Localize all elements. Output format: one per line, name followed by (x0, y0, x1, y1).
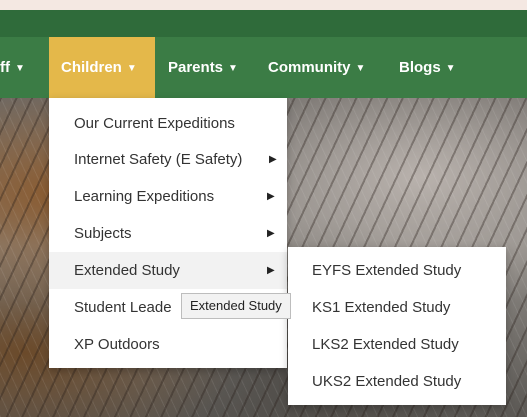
submenu-item-label: KS1 Extended Study (312, 299, 451, 316)
caret-down-icon: ▼ (126, 63, 137, 74)
caret-down-icon: ▼ (355, 63, 366, 74)
nav-item-parents[interactable]: Parents ▼ (168, 37, 238, 98)
menu-item-learning-expeditions[interactable]: Learning Expeditions ▶ (49, 178, 287, 215)
chevron-right-icon: ▶ (267, 191, 275, 202)
menu-item-label: Learning Expeditions (74, 188, 215, 205)
nav-item-community[interactable]: Community ▼ (268, 37, 365, 98)
menu-item-label: Subjects (74, 225, 132, 242)
nav-item-label: Children (61, 59, 122, 76)
extended-study-submenu: EYFS Extended Study KS1 Extended Study L… (288, 247, 506, 405)
menu-item-extended-study[interactable]: Extended Study ▶ (49, 252, 287, 289)
main-navbar: ff ▼ Children ▼ Parents ▼ Community ▼ Blogs ▼ (0, 37, 527, 98)
caret-down-icon: ▼ (228, 63, 238, 74)
menu-item-xp-outdoors[interactable]: XP Outdoors (49, 326, 287, 363)
chevron-right-icon: ▶ (269, 154, 277, 165)
tooltip: Extended Study (181, 293, 291, 319)
chevron-right-icon: ▶ (267, 228, 275, 239)
caret-down-icon: ▼ (445, 63, 456, 74)
submenu-item-label: EYFS Extended Study (312, 262, 462, 279)
nav-item-label: Parents (168, 59, 224, 76)
submenu-item-label: LKS2 Extended Study (312, 336, 459, 353)
menu-item-internet-safety[interactable]: Internet Safety (E Safety) ▶ (49, 141, 287, 178)
submenu-item-label: UKS2 Extended Study (312, 373, 462, 390)
menu-item-our-current-expeditions[interactable]: Our Current Expeditions (49, 105, 287, 142)
submenu-item-ks1[interactable]: KS1 Extended Study (288, 289, 506, 326)
nav-item-label: Community (268, 59, 351, 76)
submenu-item-lks2[interactable]: LKS2 Extended Study (288, 326, 506, 363)
submenu-item-uks2[interactable]: UKS2 Extended Study (288, 363, 506, 400)
menu-item-label: Extended Study (74, 262, 180, 279)
nav-item-blogs[interactable]: Blogs ▼ (399, 37, 456, 98)
submenu-item-eyfs[interactable]: EYFS Extended Study (288, 252, 506, 289)
menu-item-subjects[interactable]: Subjects ▶ (49, 215, 287, 252)
caret-down-icon: ▼ (15, 63, 25, 74)
nav-item-label: Blogs (399, 59, 441, 76)
menu-item-label: Our Current Expeditions (74, 115, 235, 132)
menu-item-label: Internet Safety (E Safety) (74, 151, 243, 168)
nav-item-staff[interactable]: ff ▼ (0, 37, 25, 98)
header-strip (0, 10, 527, 37)
menu-item-label: XP Outdoors (74, 336, 160, 353)
chevron-right-icon: ▶ (267, 265, 275, 276)
children-dropdown-menu: Our Current Expeditions Internet Safety … (49, 98, 287, 368)
nav-item-label: ff (0, 59, 10, 76)
nav-item-children[interactable]: Children ▼ (49, 37, 155, 98)
menu-item-label: Student Leade (74, 299, 172, 316)
